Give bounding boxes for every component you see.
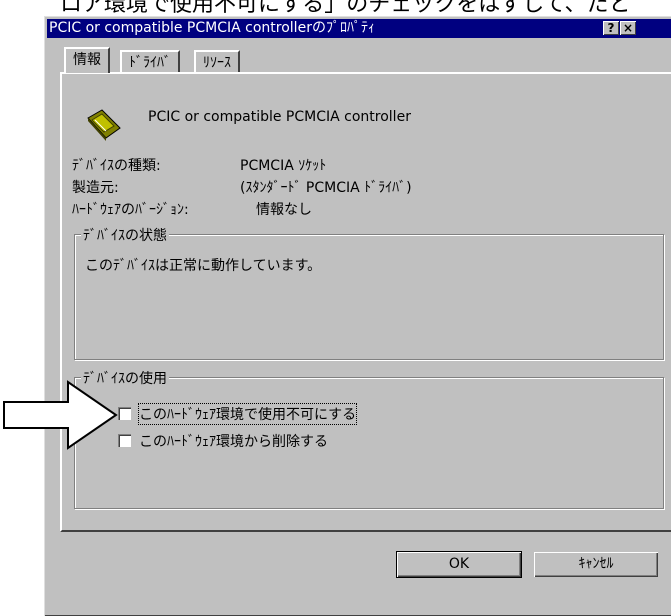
tab-resources[interactable]: ﾘｿｰｽ bbox=[194, 50, 240, 72]
hardware-version-value: 情報なし bbox=[256, 202, 312, 218]
disable-in-profile-label[interactable]: このﾊｰﾄﾞｳｪｱ環境で使用不可にする bbox=[137, 403, 358, 425]
title-bar: PCIC or compatible PCMCIA controllerのﾌﾟﾛ… bbox=[47, 19, 671, 38]
right-arrow-icon bbox=[3, 380, 118, 450]
device-status-legend: ﾃﾞﾊﾞｲｽの状態 bbox=[81, 225, 169, 245]
manufacturer-value: (ｽﾀﾝﾀﾞｰﾄﾞ PCMCIA ﾄﾞﾗｲﾊﾞ) bbox=[240, 180, 412, 196]
device-type-value: PCMCIA ｿｹｯﾄ bbox=[240, 158, 327, 174]
device-status-text: このﾃﾞﾊﾞｲｽは正常に動作しています。 bbox=[85, 258, 322, 274]
disable-in-profile-checkbox[interactable] bbox=[118, 407, 131, 420]
close-button[interactable]: × bbox=[620, 21, 636, 35]
remove-from-profile-label[interactable]: このﾊｰﾄﾞｳｪｱ環境から削除する bbox=[139, 431, 328, 451]
window-title: PCIC or compatible PCMCIA controllerのﾌﾟﾛ… bbox=[49, 20, 375, 36]
tab-driver[interactable]: ﾄﾞﾗｲﾊﾞ bbox=[120, 50, 180, 72]
ok-button[interactable]: OK bbox=[396, 551, 522, 578]
pcmcia-card-icon bbox=[87, 109, 121, 141]
hardware-version-label: ﾊｰﾄﾞｳｪｱのﾊﾞｰｼﾞｮﾝ: bbox=[72, 202, 189, 218]
device-status-group: ﾃﾞﾊﾞｲｽの状態 このﾃﾞﾊﾞｲｽは正常に動作しています。 bbox=[74, 225, 664, 360]
remove-from-profile-checkbox[interactable] bbox=[118, 434, 131, 447]
device-name: PCIC or compatible PCMCIA controller bbox=[148, 109, 411, 125]
help-button[interactable]: ? bbox=[603, 21, 619, 35]
device-type-label: ﾃﾞﾊﾞｲｽの種類: bbox=[72, 158, 161, 174]
manufacturer-label: 製造元: bbox=[72, 180, 119, 196]
cancel-button[interactable]: ｷｬﾝｾﾙ bbox=[534, 552, 658, 577]
tab-info[interactable]: 情報 bbox=[64, 47, 110, 73]
properties-dialog: PCIC or compatible PCMCIA controllerのﾌﾟﾛ… bbox=[44, 16, 671, 616]
